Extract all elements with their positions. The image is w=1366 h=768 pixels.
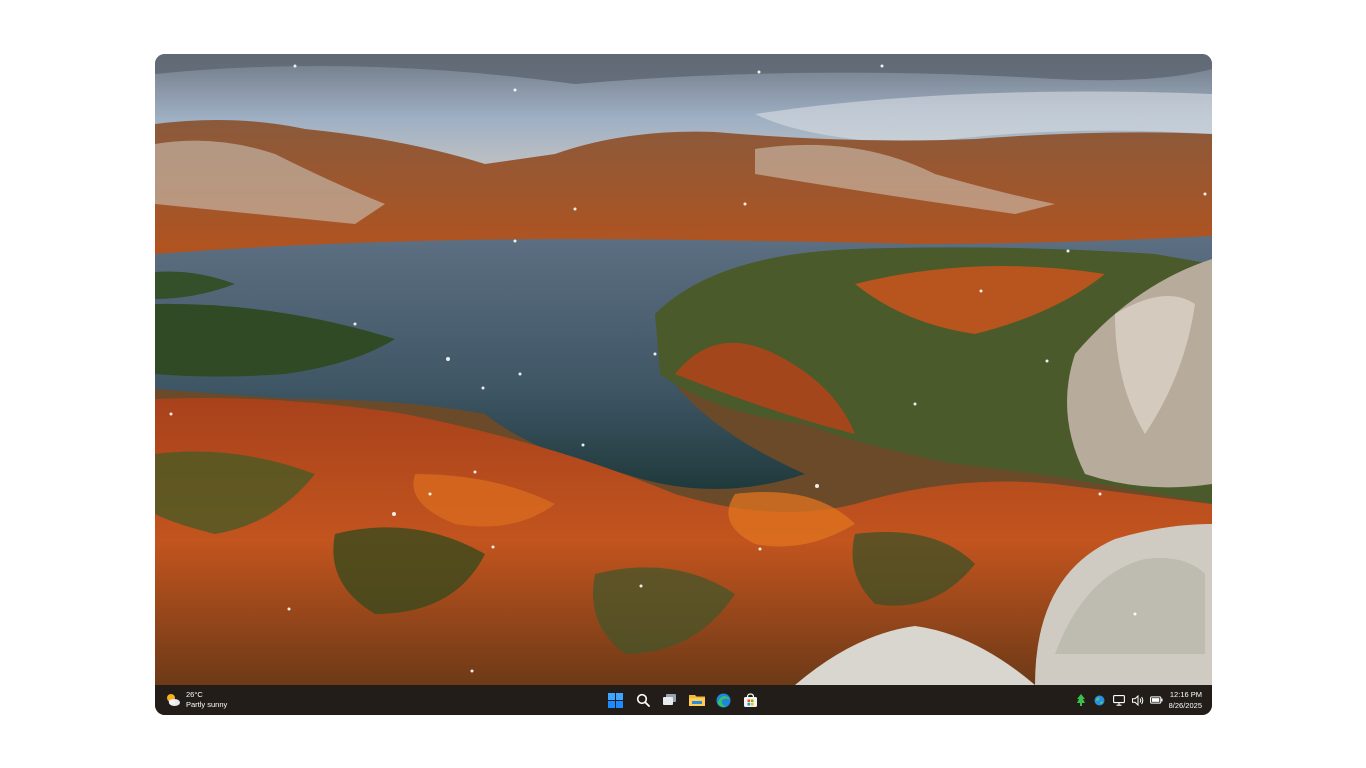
weather-condition: Partly sunny	[186, 700, 228, 709]
taskbar-app-icons	[604, 689, 762, 711]
partly-sunny-icon	[165, 692, 181, 708]
display-icon[interactable]	[1112, 694, 1125, 707]
wallpaper-image	[155, 54, 1212, 685]
battery-icon[interactable]	[1150, 694, 1163, 707]
app-tray-icon[interactable]	[1074, 694, 1087, 707]
clock-date: 8/26/2025	[1168, 701, 1202, 710]
start-button[interactable]	[604, 689, 627, 711]
search-icon	[636, 693, 650, 707]
search-button[interactable]	[631, 689, 654, 711]
store-button[interactable]	[739, 689, 762, 711]
store-icon	[744, 692, 757, 707]
folder-icon	[688, 695, 705, 706]
windows-start-icon	[608, 692, 623, 708]
desktop-screen: 26°C Partly sunny 12:16 PM 8/26/2025	[155, 54, 1212, 715]
task-view-button[interactable]	[658, 689, 681, 711]
edge-browser-icon	[716, 693, 731, 707]
file-explorer-button[interactable]	[685, 689, 708, 711]
volume-icon[interactable]	[1131, 694, 1144, 707]
weather-widget[interactable]: 26°C Partly sunny	[165, 688, 227, 712]
system-tray	[1074, 693, 1163, 707]
desktop-wallpaper[interactable]	[155, 54, 1212, 685]
task-view-icon	[663, 694, 676, 705]
clock[interactable]: 12:16 PM 8/26/2025	[1169, 689, 1202, 711]
network-globe-icon[interactable]	[1093, 694, 1106, 707]
edge-browser-button[interactable]	[712, 689, 735, 711]
weather-temperature: 26°C	[186, 690, 203, 699]
taskbar: 26°C Partly sunny 12:16 PM 8/26/2025	[155, 685, 1212, 715]
clock-time: 12:16 PM	[1169, 690, 1202, 699]
